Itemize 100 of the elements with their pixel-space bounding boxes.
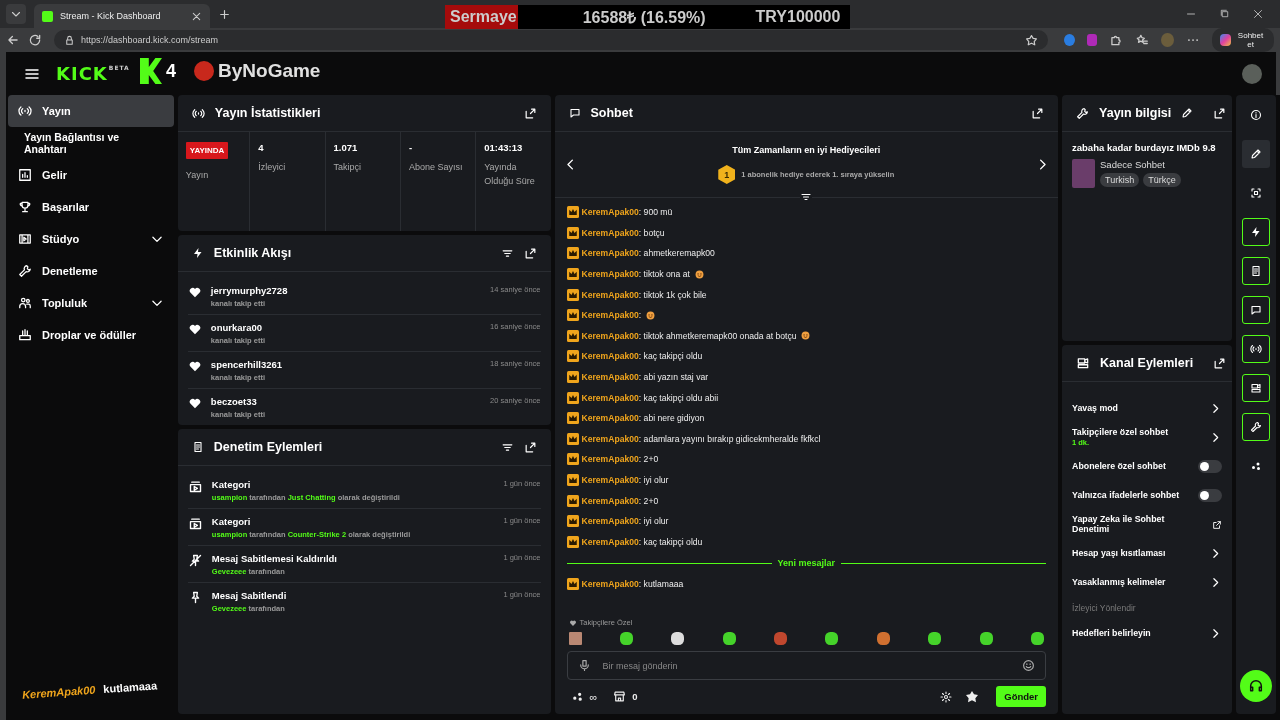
send-button[interactable]: Gönder bbox=[996, 686, 1047, 707]
emote-icon[interactable] bbox=[928, 632, 942, 645]
stat-label: Yayın bbox=[185, 169, 209, 182]
crown-badge-icon bbox=[566, 412, 579, 425]
close-icon[interactable] bbox=[191, 10, 202, 22]
popout-icon[interactable] bbox=[523, 106, 537, 120]
back-icon[interactable] bbox=[6, 33, 20, 47]
message-input-field[interactable]: Bir mesaj gönderin bbox=[600, 659, 1013, 672]
chat-message: KeremApak00: adamlara yayını bırakıp gidicekmheralde fkfkcl bbox=[581, 433, 821, 444]
chat-message-box[interactable]: Bir mesaj gönderin bbox=[566, 651, 1047, 680]
address-bar[interactable]: https://dashboard.kick.com/stream bbox=[54, 30, 1048, 50]
heart-icon bbox=[568, 618, 577, 627]
channel-action-label[interactable]: Yavaş mod bbox=[1072, 403, 1118, 414]
channel-action-label[interactable]: Yasaklanmış kelimeler bbox=[1072, 577, 1166, 588]
emote-icon[interactable] bbox=[619, 632, 633, 645]
new-tab-icon[interactable] bbox=[218, 7, 231, 21]
screen-capture-icon bbox=[1250, 187, 1262, 199]
rail-button[interactable] bbox=[1242, 335, 1270, 363]
external-link-icon[interactable] bbox=[1212, 519, 1223, 530]
emoji-icon bbox=[646, 310, 656, 320]
rail-button[interactable] bbox=[1242, 140, 1270, 168]
moderation-action-title: Kategori bbox=[211, 479, 252, 490]
camera-icon bbox=[1250, 382, 1262, 394]
heart-icon bbox=[187, 285, 202, 299]
info-icon bbox=[1250, 109, 1262, 121]
sidebar-item[interactable]: Yayın bbox=[8, 95, 174, 127]
settings-icon[interactable] bbox=[940, 690, 953, 703]
follower-name: beczoet33 bbox=[210, 396, 258, 407]
channel-action-label[interactable]: Abonelere özel sohbet bbox=[1072, 461, 1166, 472]
video-stack-icon bbox=[187, 479, 203, 494]
user-avatar[interactable] bbox=[1242, 63, 1262, 84]
unpin-icon bbox=[187, 553, 203, 568]
panel-title: Yayın bilgisi bbox=[1099, 106, 1172, 120]
tab-list-button[interactable] bbox=[6, 4, 26, 24]
rail-button[interactable] bbox=[1242, 257, 1270, 285]
channel-points[interactable]: ∞ bbox=[589, 690, 598, 703]
sidebar-item[interactable]: Başarılar bbox=[8, 191, 174, 223]
chat-message: KeremApak00: bbox=[581, 310, 642, 321]
popout-icon[interactable] bbox=[523, 246, 537, 260]
star-icon[interactable] bbox=[1024, 33, 1038, 47]
copilot-button[interactable]: Sohbet et bbox=[1212, 28, 1274, 52]
stat-value: 01:43:13 bbox=[484, 142, 523, 153]
crown-badge-icon bbox=[566, 391, 579, 404]
sidebar-item[interactable]: Gelir bbox=[8, 159, 174, 191]
crown-badge-icon bbox=[566, 226, 579, 239]
panel-title: Sohbet bbox=[590, 106, 633, 120]
emoji-icon[interactable] bbox=[1022, 659, 1036, 672]
toggle-switch[interactable] bbox=[1198, 460, 1223, 473]
broadcast-icon bbox=[1250, 343, 1262, 355]
crown-badge-icon bbox=[566, 432, 579, 445]
emote-icon[interactable] bbox=[671, 632, 685, 645]
popout-icon[interactable] bbox=[523, 440, 537, 454]
crown-badge-icon bbox=[566, 515, 579, 528]
popout-icon[interactable] bbox=[1213, 356, 1227, 370]
chat-message: KeremApak00: kaç takipçi oldu bbox=[581, 536, 703, 547]
emote-icon[interactable] bbox=[979, 632, 993, 645]
rail-button[interactable] bbox=[1242, 296, 1270, 324]
channel-action-label[interactable]: Yapay Zeka ile Sohbet Denetimi bbox=[1072, 514, 1203, 535]
close-icon[interactable] bbox=[1252, 8, 1264, 20]
sidebar-item[interactable]: Yayın Bağlantısı ve Anahtarı bbox=[8, 127, 174, 159]
heart-icon bbox=[187, 322, 202, 336]
channel-action-label[interactable]: Hesap yaşı kısıtlaması bbox=[1072, 548, 1166, 559]
emote-icon[interactable] bbox=[568, 632, 582, 645]
emote-icon[interactable] bbox=[1031, 632, 1044, 645]
rail-button[interactable] bbox=[1242, 374, 1270, 402]
emoji-icon bbox=[801, 331, 811, 341]
restore-icon[interactable] bbox=[1219, 8, 1230, 19]
sidebar-item[interactable]: Denetleme bbox=[8, 255, 174, 287]
crown-badge-icon bbox=[566, 309, 579, 322]
refresh-icon[interactable] bbox=[28, 33, 42, 47]
pencil-icon[interactable] bbox=[1181, 107, 1194, 119]
microphone-icon[interactable] bbox=[577, 659, 591, 672]
emote-icon[interactable] bbox=[722, 632, 736, 645]
kick-logo[interactable]: KICK$^{BETA}$ bbox=[56, 64, 130, 83]
popout-icon[interactable] bbox=[1213, 106, 1227, 120]
gifters-title: Tüm Zamanların en iyi Hediyecileri bbox=[732, 145, 881, 155]
emote-icon[interactable] bbox=[825, 632, 839, 645]
notes-icon bbox=[191, 441, 204, 453]
dots-icon[interactable] bbox=[570, 690, 584, 703]
sidebar-item[interactable]: Droplar ve ödüller bbox=[8, 319, 174, 351]
store-icon[interactable] bbox=[613, 690, 627, 703]
rail-button[interactable] bbox=[1242, 413, 1270, 441]
channel-action-label[interactable]: Yalnızca ifadelerle sohbet bbox=[1072, 490, 1180, 501]
sidebar-item[interactable]: Topluluk bbox=[8, 287, 174, 319]
broadcast-icon bbox=[191, 106, 205, 120]
browser-tab[interactable]: Stream - Kick Dashboard bbox=[34, 4, 210, 28]
support-button[interactable] bbox=[1240, 670, 1272, 702]
crown-badge-icon bbox=[566, 453, 579, 466]
rail-button[interactable] bbox=[1242, 218, 1270, 246]
puzzle-icon[interactable] bbox=[1109, 33, 1124, 47]
capital-target: TRY100000 bbox=[755, 8, 841, 26]
toggle-switch[interactable] bbox=[1198, 489, 1223, 502]
channel-action-label[interactable]: Hedefleri belirleyin bbox=[1072, 628, 1151, 639]
favorites-icon[interactable] bbox=[1135, 33, 1150, 47]
capital-value: 16588₺ (16.59%) bbox=[582, 8, 706, 28]
crown-badge-icon bbox=[566, 535, 579, 548]
sidebar-item[interactable]: Stüdyo bbox=[8, 223, 174, 255]
extension-icon[interactable] bbox=[1063, 34, 1075, 46]
popout-icon[interactable] bbox=[1031, 106, 1045, 120]
channel-action-label[interactable]: Takipçilere özel sohbet bbox=[1072, 427, 1169, 438]
